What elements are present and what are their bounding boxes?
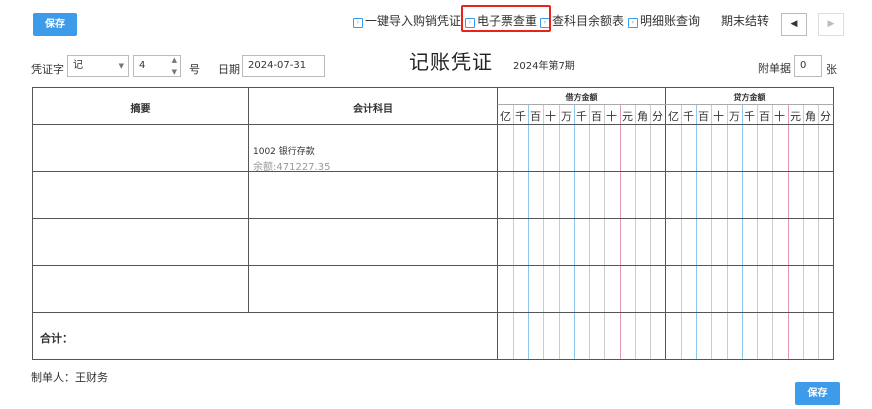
account-name[interactable]: 1002 银行存款 — [253, 144, 315, 157]
debit-digit-header: 百 — [591, 110, 602, 123]
save-button-bottom[interactable]: 保存 — [795, 382, 840, 405]
credit-digit-header: 千 — [683, 110, 694, 123]
credit-digit-header: 元 — [790, 110, 801, 123]
credit-digit-header: 亿 — [668, 110, 679, 123]
table-row[interactable] — [33, 172, 833, 218]
debit-digit-header: 亿 — [500, 110, 511, 123]
debit-digit-header: 十 — [606, 110, 617, 123]
debit-digit-header: 百 — [530, 110, 541, 123]
voucher-maker: 制单人：王财务 — [31, 371, 108, 384]
credit-digit-header: 百 — [759, 110, 770, 123]
credit-digit-header: 分 — [820, 110, 831, 123]
credit-digit-header: 十 — [713, 110, 724, 123]
debit-digit-header: 分 — [652, 110, 663, 123]
credit-amount-header: 贷方金额 — [733, 93, 766, 102]
table-row[interactable] — [33, 266, 833, 312]
debit-digit-header: 角 — [637, 110, 648, 123]
debit-digit-header: 元 — [622, 110, 633, 123]
table-row[interactable] — [33, 125, 248, 171]
account-balance: 余额:471227.35 — [253, 162, 331, 173]
credit-digit-header: 千 — [744, 110, 755, 123]
debit-amount-header: 借方金额 — [565, 93, 598, 102]
debit-digit-header: 千 — [576, 110, 587, 123]
account-column-header: 会计科目 — [353, 104, 393, 115]
table-row[interactable] — [33, 219, 833, 265]
total-label: 合计： — [40, 332, 73, 345]
debit-digit-header: 十 — [545, 110, 556, 123]
credit-digit-header: 万 — [729, 110, 740, 123]
debit-digit-header: 万 — [561, 110, 572, 123]
credit-digit-header: 角 — [805, 110, 816, 123]
debit-digit-header: 千 — [515, 110, 526, 123]
summary-column-header: 摘要 — [130, 104, 151, 115]
credit-digit-header: 百 — [698, 110, 709, 123]
credit-digit-header: 十 — [774, 110, 785, 123]
